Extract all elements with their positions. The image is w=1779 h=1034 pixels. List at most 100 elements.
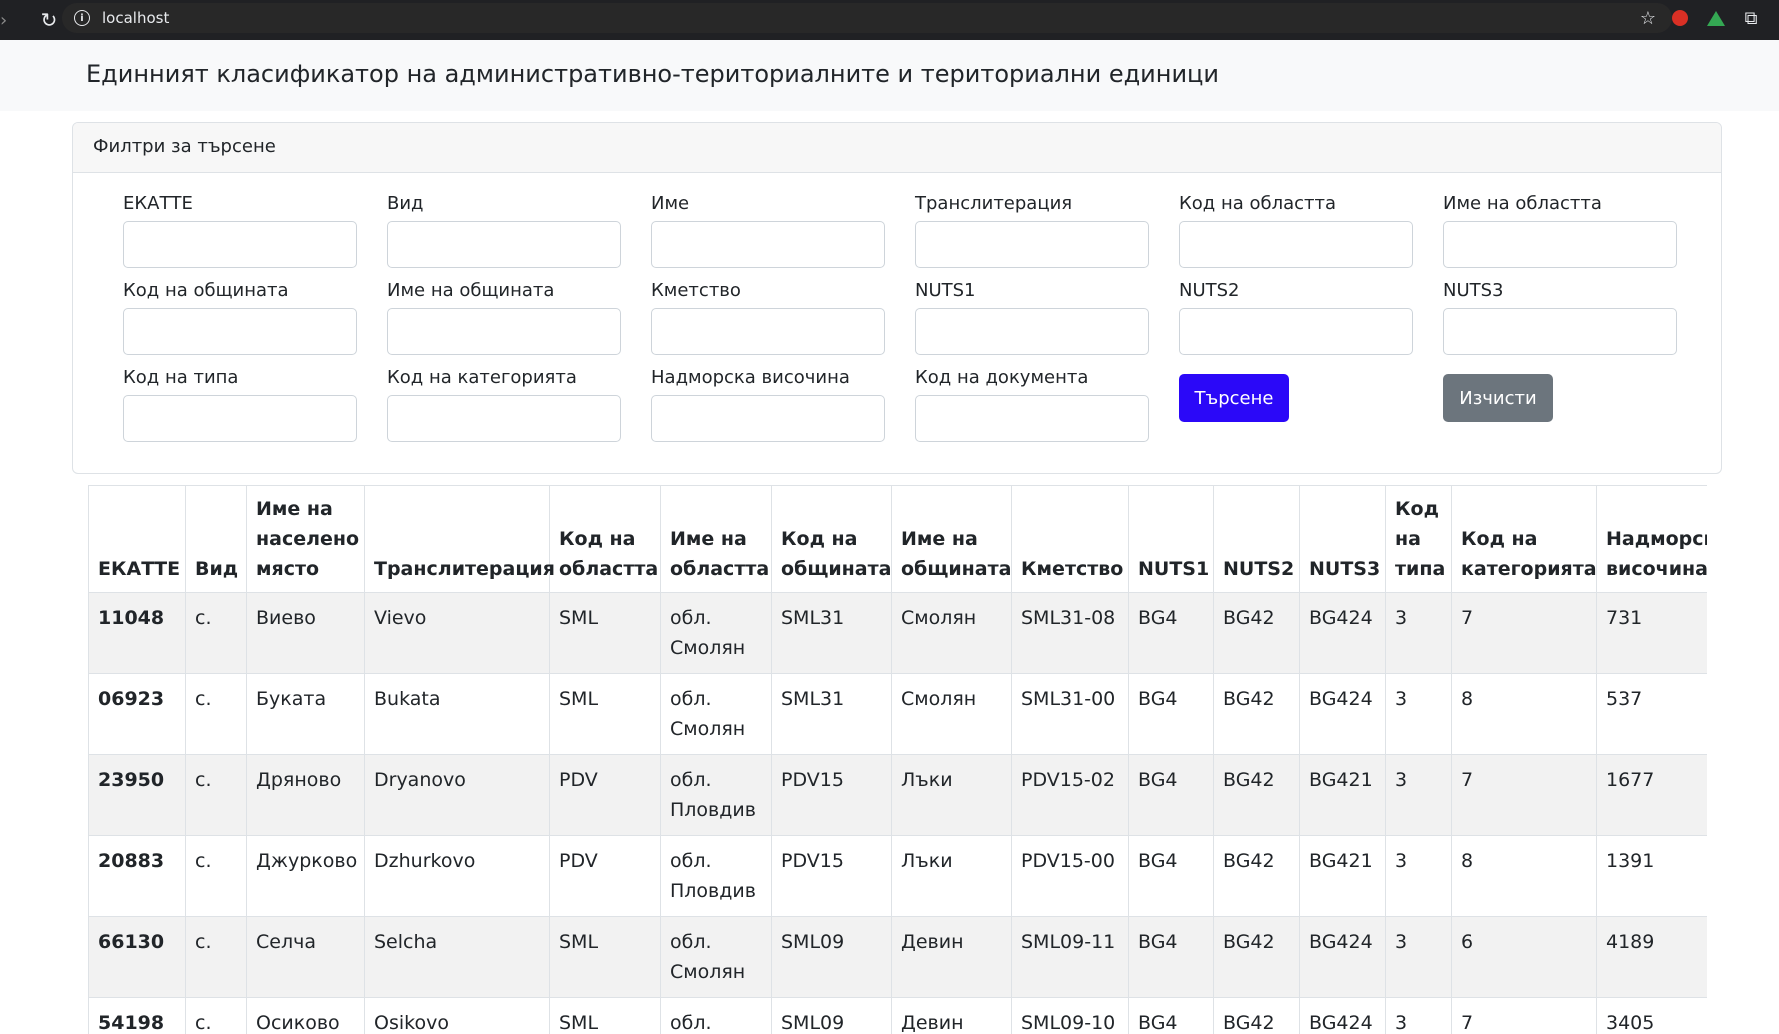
filter-input-region-code[interactable]	[1179, 221, 1413, 268]
google-drive-icon[interactable]	[1706, 8, 1726, 28]
filter-label-nuts2: NUTS2	[1179, 280, 1240, 301]
table-cell: BG42	[1213, 673, 1300, 755]
results-table: ЕКАТТЕ Вид Име на населено място Транслитер…	[88, 485, 1707, 1034]
table-cell: 537	[1596, 673, 1707, 755]
filter-field-document-code: Код на документа	[915, 367, 1149, 442]
filter-input-municipality-code[interactable]	[123, 308, 357, 355]
table-cell: SML09	[771, 997, 892, 1034]
table-cell: 3	[1385, 754, 1452, 836]
table-cell: BG424	[1299, 916, 1386, 998]
filter-field-municipality-name: Име на общината	[387, 280, 621, 355]
column-header: ЕКАТТЕ	[88, 485, 186, 593]
url-text[interactable]: localhost	[102, 9, 169, 27]
table-header-row: ЕКАТТЕ Вид Име на населено място Транслитер…	[88, 485, 1707, 593]
table-cell: 731	[1596, 592, 1707, 674]
filter-label-name: Име	[651, 193, 690, 214]
table-row[interactable]: 11048 с. Виево Vievo SML обл. Смолян SML31 Смол…	[88, 592, 1707, 674]
filter-label-region-code: Код на областта	[1179, 193, 1337, 214]
table-cell: Девин	[891, 997, 1012, 1034]
filter-label-type: Вид	[387, 193, 424, 214]
filter-card: Филтри за търсене ЕКАТТЕ Вид Име Транслитер…	[72, 122, 1722, 474]
table-row[interactable]: 20883 с. Джурково Dzhurkovo PDV обл. Пловдив P…	[88, 835, 1707, 917]
table-cell: Bukata	[364, 673, 550, 755]
filter-input-transliteration[interactable]	[915, 221, 1149, 268]
results-table-container[interactable]: ЕКАТТЕ Вид Име на населено място Транслитер…	[88, 485, 1707, 1034]
table-cell: 1391	[1596, 835, 1707, 917]
table-cell: SML31	[771, 592, 892, 674]
filter-label-nuts1: NUTS1	[915, 280, 976, 301]
table-cell: с.	[185, 997, 247, 1034]
table-row[interactable]: 54198 с. Осиково Osikovo SML обл. SML09 Девин SM…	[88, 997, 1707, 1034]
info-icon[interactable]: i	[74, 10, 90, 26]
filter-field-region-code: Код на областта	[1179, 193, 1413, 268]
clear-button[interactable]: Изчисти	[1443, 374, 1553, 422]
table-cell: SML31	[771, 673, 892, 755]
table-cell: BG421	[1299, 754, 1386, 836]
table-cell: BG4	[1128, 997, 1214, 1034]
filter-field-nuts2: NUTS2	[1179, 280, 1413, 355]
filter-input-mayoralty[interactable]	[651, 308, 885, 355]
table-row[interactable]: 06923 с. Буката Bukata SML обл. Смолян SML31 См…	[88, 673, 1707, 755]
extensions-puzzle-icon[interactable]: ⧉	[1741, 8, 1761, 29]
table-cell: SML	[549, 673, 661, 755]
column-header: Транслитерация	[364, 485, 555, 593]
table-cell: BG4	[1128, 835, 1214, 917]
table-cell: PDV	[549, 835, 661, 917]
table-cell: 6	[1451, 916, 1597, 998]
table-cell: Selcha	[364, 916, 550, 998]
filter-input-category-code[interactable]	[387, 395, 621, 442]
bookmark-star-icon[interactable]: ☆	[1640, 8, 1656, 29]
table-cell: 4189	[1596, 916, 1707, 998]
column-header: Код на общината	[771, 485, 892, 593]
table-cell: BG4	[1128, 673, 1214, 755]
filter-input-ekatte[interactable]	[123, 221, 357, 268]
table-cell: 3	[1385, 673, 1452, 755]
table-row[interactable]: 23950 с. Дряново Dryanovo PDV обл. Пловдив PDV…	[88, 754, 1707, 836]
table-cell: обл.	[660, 997, 772, 1034]
filter-input-nuts2[interactable]	[1179, 308, 1413, 355]
column-header: Вид	[185, 485, 247, 593]
filter-field-altitude: Надморска височина	[651, 367, 885, 442]
filter-input-nuts3[interactable]	[1443, 308, 1677, 355]
reload-icon[interactable]: ↻	[36, 7, 62, 33]
table-cell: обл. Пловдив	[660, 835, 772, 917]
filter-label-transliteration: Транслитерация	[915, 193, 1073, 214]
column-header: Име на областта	[660, 485, 772, 593]
table-cell: BG424	[1299, 997, 1386, 1034]
filter-input-municipality-name[interactable]	[387, 308, 621, 355]
table-cell: SML09-11	[1011, 916, 1129, 998]
table-cell: Лъки	[891, 835, 1012, 917]
filter-field-nuts1: NUTS1	[915, 280, 1149, 355]
filter-input-nuts1[interactable]	[915, 308, 1149, 355]
column-header: Име на общината	[891, 485, 1012, 593]
table-cell: обл. Смолян	[660, 592, 772, 674]
extension-icon[interactable]	[1670, 8, 1690, 28]
search-button[interactable]: Търсене	[1179, 374, 1289, 422]
filter-input-region-name[interactable]	[1443, 221, 1677, 268]
table-cell: BG421	[1299, 835, 1386, 917]
table-cell: SML	[549, 916, 661, 998]
filter-input-type[interactable]	[387, 221, 621, 268]
filter-field-region-name: Име на областта	[1443, 193, 1677, 268]
table-cell: SML	[549, 997, 661, 1034]
filter-input-type-code[interactable]	[123, 395, 357, 442]
table-row[interactable]: 66130 с. Селча Selcha SML обл. Смолян SML09 Дев…	[88, 916, 1707, 998]
filter-input-document-code[interactable]	[915, 395, 1149, 442]
table-cell: 7	[1451, 997, 1597, 1034]
address-bar[interactable]: i localhost ☆	[62, 3, 1672, 33]
table-cell: 23950	[88, 754, 186, 836]
filter-input-name[interactable]	[651, 221, 885, 268]
forward-icon[interactable]: ›	[0, 10, 18, 31]
table-cell: 1677	[1596, 754, 1707, 836]
filter-field-ekatte: ЕКАТТЕ	[123, 193, 357, 268]
filter-field-category-code: Код на категорията	[387, 367, 621, 442]
table-cell: Буката	[246, 673, 365, 755]
table-cell: обл. Пловдив	[660, 754, 772, 836]
table-cell: PDV15-02	[1011, 754, 1129, 836]
column-header: Кметство	[1011, 485, 1129, 593]
filter-input-altitude[interactable]	[651, 395, 885, 442]
table-cell: Смолян	[891, 592, 1012, 674]
table-cell: BG4	[1128, 916, 1214, 998]
table-cell: с.	[185, 835, 247, 917]
filter-label-altitude: Надморска височина	[651, 367, 850, 388]
